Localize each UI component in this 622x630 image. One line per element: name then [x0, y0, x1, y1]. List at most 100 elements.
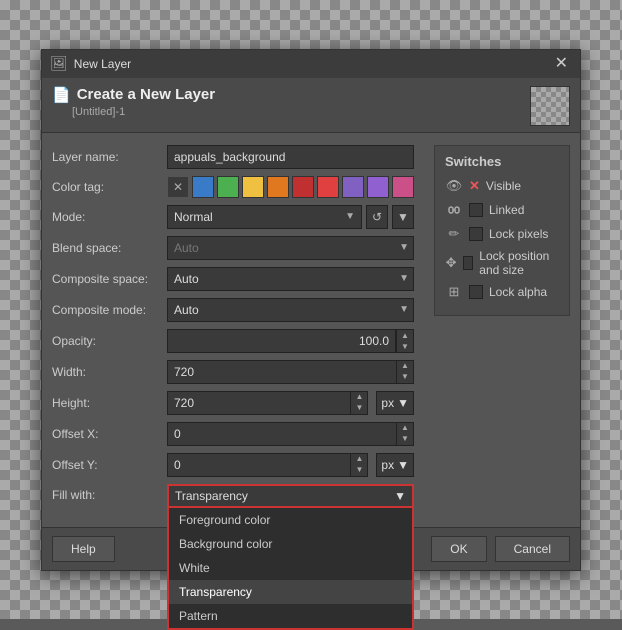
mode-row: Mode: Normal ▼ ↺ ▼: [52, 205, 414, 229]
color-swatch-yellow[interactable]: [242, 176, 264, 198]
visible-x-mark[interactable]: ✕: [469, 178, 480, 194]
mode-select[interactable]: Normal ▼: [167, 205, 362, 229]
close-button[interactable]: ✕: [551, 56, 572, 72]
width-up-btn[interactable]: ▲: [397, 361, 413, 372]
lock-position-icon: ✥: [445, 254, 457, 272]
right-panel: Switches 👁 ✕ Visible: [434, 145, 570, 515]
title-bar-left: 🖼 New Layer: [50, 55, 131, 72]
fill-select-value: Transparency: [175, 489, 248, 503]
offset-x-down-btn[interactable]: ▼: [397, 434, 413, 445]
lock-pixels-checkbox[interactable]: [469, 227, 483, 241]
dialog-title: 📄 Create a New Layer: [52, 86, 215, 104]
composite-mode-value: Auto: [174, 303, 199, 317]
fill-option-white[interactable]: White: [169, 556, 412, 580]
mode-value: Normal: [174, 210, 213, 224]
lock-position-checkbox[interactable]: [463, 256, 473, 270]
height-spinbox: 720 ▲ ▼: [167, 391, 368, 415]
composite-space-select[interactable]: Auto ▼: [167, 267, 414, 291]
offset-y-spinbox: 0 ▲ ▼: [167, 453, 368, 477]
height-unit-select[interactable]: px ▼: [376, 391, 414, 415]
fill-option-foreground[interactable]: Foreground color: [169, 508, 412, 532]
opacity-arrows: ▲ ▼: [396, 329, 414, 353]
mode-reset-btn[interactable]: ↺: [366, 205, 388, 229]
fill-with-label: Fill with:: [52, 484, 167, 502]
dialog-header-left: 📄 Create a New Layer [Untitled]-1: [52, 86, 215, 118]
offset-x-control: 0 ▲ ▼: [167, 422, 414, 446]
offset-x-up-btn[interactable]: ▲: [397, 423, 413, 434]
fill-select-button[interactable]: Transparency ▼: [167, 484, 414, 508]
color-tag-label: Color tag:: [52, 180, 167, 194]
height-label: Height:: [52, 396, 167, 410]
fill-select-wrapper: Transparency ▼ Foreground color Backgrou…: [167, 484, 414, 508]
composite-space-value: Auto: [174, 272, 199, 286]
offset-y-up-btn[interactable]: ▲: [351, 454, 367, 465]
linked-checkbox[interactable]: [469, 203, 483, 217]
height-up-btn[interactable]: ▲: [351, 392, 367, 403]
fill-dropdown: Foreground color Background color White …: [167, 508, 414, 630]
opacity-row: Opacity: 100.0 ▲ ▼: [52, 329, 414, 353]
blend-space-control: Auto ▼: [167, 236, 414, 260]
footer-right: OK Cancel: [431, 536, 570, 562]
composite-mode-arrow: ▼: [399, 304, 409, 315]
color-swatch-red[interactable]: [317, 176, 339, 198]
opacity-down-btn[interactable]: ▼: [397, 341, 413, 352]
color-tag-x[interactable]: ✕: [167, 176, 189, 198]
offset-y-unit-select[interactable]: px ▼: [376, 453, 414, 477]
color-swatch-violet[interactable]: [367, 176, 389, 198]
color-swatch-pink[interactable]: [392, 176, 414, 198]
color-swatch-red-dark[interactable]: [292, 176, 314, 198]
mode-label: Mode:: [52, 210, 167, 224]
color-swatch-blue[interactable]: [192, 176, 214, 198]
width-down-btn[interactable]: ▼: [397, 372, 413, 383]
height-unit-arrow: ▼: [397, 396, 409, 410]
offset-y-input[interactable]: 0: [167, 453, 351, 477]
fill-option-background[interactable]: Background color: [169, 532, 412, 556]
height-down-btn[interactable]: ▼: [351, 403, 367, 414]
offset-y-down-btn[interactable]: ▼: [351, 465, 367, 476]
layer-name-input[interactable]: appuals_background: [167, 145, 414, 169]
fill-option-pattern[interactable]: Pattern: [169, 604, 412, 628]
composite-mode-control: Auto ▼: [167, 298, 414, 322]
switch-lock-pixels-row: ✏ Lock pixels: [445, 225, 559, 243]
color-swatch-purple[interactable]: [342, 176, 364, 198]
mode-extra-btn[interactable]: ▼: [392, 205, 414, 229]
offset-y-row: Offset Y: 0 ▲ ▼ px ▼: [52, 453, 414, 477]
dialog-title-text: Create a New Layer: [77, 86, 215, 103]
window-title: New Layer: [74, 57, 131, 71]
fill-with-row: Fill with: Transparency ▼ Foreground col…: [52, 484, 414, 508]
color-swatch-green[interactable]: [217, 176, 239, 198]
switches-title: Switches: [445, 154, 559, 169]
color-swatch-orange[interactable]: [267, 176, 289, 198]
switch-lock-position-row: ✥ Lock position and size: [445, 249, 559, 277]
lock-pixels-label: Lock pixels: [489, 227, 548, 241]
cancel-button[interactable]: Cancel: [495, 536, 570, 562]
switch-linked-row: Linked: [445, 201, 559, 219]
height-input[interactable]: 720: [167, 391, 351, 415]
offset-x-spinbox: 0 ▲ ▼: [167, 422, 414, 446]
offset-y-unit-arrow: ▼: [397, 458, 409, 472]
lock-alpha-checkbox[interactable]: [469, 285, 483, 299]
opacity-input[interactable]: 100.0: [167, 329, 396, 353]
fill-option-transparency[interactable]: Transparency: [169, 580, 412, 604]
opacity-row-inner: 100.0 ▲ ▼: [167, 329, 414, 353]
composite-mode-select[interactable]: Auto ▼: [167, 298, 414, 322]
mode-arrow: ▼: [345, 211, 355, 222]
mode-control: Normal ▼ ↺ ▼: [167, 205, 414, 229]
ok-button[interactable]: OK: [431, 536, 486, 562]
dialog-title-icon: 📄: [52, 86, 71, 104]
lock-alpha-label: Lock alpha: [489, 285, 547, 299]
width-label: Width:: [52, 365, 167, 379]
opacity-up-btn[interactable]: ▲: [397, 330, 413, 341]
height-unit-value: px: [381, 396, 394, 410]
switch-lock-alpha-row: ⊞ Lock alpha: [445, 283, 559, 301]
width-input[interactable]: 720: [167, 360, 397, 384]
blend-space-label: Blend space:: [52, 241, 167, 255]
offset-x-input[interactable]: 0: [167, 422, 397, 446]
help-button[interactable]: Help: [52, 536, 115, 562]
blend-space-select[interactable]: Auto ▼: [167, 236, 414, 260]
offset-x-row: Offset X: 0 ▲ ▼: [52, 422, 414, 446]
blend-space-row: Blend space: Auto ▼: [52, 236, 414, 260]
window-icon: 🖼: [50, 55, 68, 72]
mode-row-inner: Normal ▼ ↺ ▼: [167, 205, 414, 229]
color-swatches: ✕: [167, 176, 414, 198]
